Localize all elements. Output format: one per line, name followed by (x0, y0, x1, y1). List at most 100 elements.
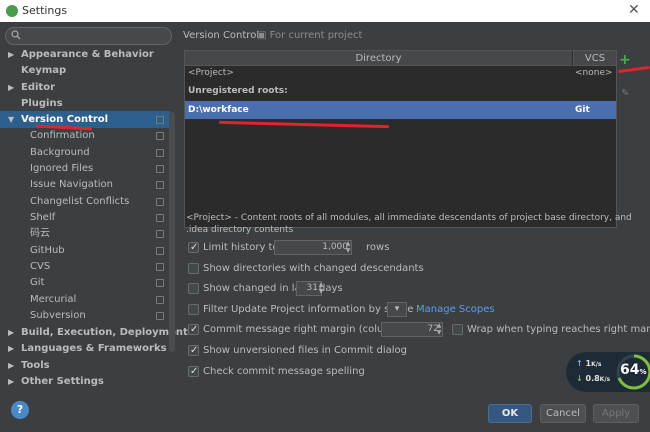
sidebar-item[interactable]: Changelist Conflicts (0, 194, 170, 210)
table-row-selected[interactable]: D:\workface Git (185, 101, 616, 119)
sidebar-item-label: Git (30, 277, 45, 288)
sidebar-item-label: 码云 (30, 228, 50, 239)
project-scope-icon (156, 181, 164, 189)
row-vcs: <none> (575, 68, 613, 78)
chevron-right-icon[interactable]: ▶ (8, 325, 14, 341)
sidebar-item[interactable]: ▶ Build, Execution, Deployment (0, 325, 188, 341)
upload-arrow-icon: ↑ (576, 359, 583, 368)
sidebar-item[interactable]: Issue Navigation (0, 177, 170, 193)
sidebar-item-label: CVS (30, 261, 51, 272)
chevron-right-icon[interactable]: ▶ (8, 80, 14, 96)
app-icon (6, 5, 18, 17)
version-control-panel: Version Control ▣ For current project Di… (177, 22, 650, 394)
column-header-vcs[interactable]: VCS (573, 51, 616, 66)
sidebar-item[interactable]: Confirmation (0, 128, 170, 144)
chevron-right-icon[interactable]: ▶ (8, 47, 14, 63)
chevron-down-icon[interactable]: ▼ (8, 112, 14, 128)
project-scope-icon (156, 263, 164, 271)
download-arrow-icon: ↓ (576, 374, 583, 383)
download-speed: ↓ 0.8K/s (576, 374, 610, 383)
sidebar-item-label: Editor (21, 82, 55, 93)
sidebar-item-label: Plugins (21, 98, 63, 109)
project-scope-icon (156, 312, 164, 320)
sidebar-item[interactable]: ▼ Version Control (0, 112, 170, 128)
title-bar: Settings ✕ (0, 0, 650, 22)
history-limit-input[interactable]: 1,000 (274, 240, 352, 255)
section-label: Unregistered roots: (188, 86, 288, 96)
sidebar-item-label: Issue Navigation (30, 179, 113, 190)
sidebar-item-label: Appearance & Behavior (21, 49, 154, 60)
check-spelling-checkbox[interactable] (188, 365, 199, 379)
wrap-typing-checkbox[interactable] (452, 324, 463, 335)
chevron-right-icon[interactable]: ▶ (8, 374, 14, 390)
project-scope-icon (156, 296, 164, 304)
days-suffix: days (319, 283, 343, 294)
commit-margin-input[interactable]: 72 (381, 322, 443, 337)
add-mapping-icon[interactable]: + (619, 52, 631, 68)
project-scope-icon (156, 214, 164, 222)
sidebar-item[interactable]: Keymap (0, 63, 170, 79)
show-dirs-checkbox[interactable] (188, 263, 199, 274)
sidebar-item[interactable]: GitHub (0, 243, 170, 259)
close-icon[interactable]: ✕ (628, 2, 640, 18)
chevron-right-icon[interactable]: ▶ (8, 358, 14, 374)
row-directory: D:\workface (188, 105, 249, 115)
table-row[interactable]: <Project> <none> (185, 66, 616, 81)
show-dirs-label: Show directories with changed descendant… (203, 263, 424, 274)
sidebar-item[interactable]: ▶ Tools (0, 358, 170, 374)
cancel-button[interactable]: Cancel (540, 404, 586, 423)
history-limit-spinner[interactable]: ▲ ▼ (344, 240, 352, 255)
sidebar-item-label: Languages & Frameworks (21, 343, 167, 354)
search-input[interactable] (5, 27, 172, 45)
check-spelling-label: Check commit message spelling (203, 366, 365, 377)
sidebar-item[interactable]: Subversion (0, 308, 170, 324)
project-scope-icon (156, 279, 164, 287)
apply-button[interactable]: Apply (593, 404, 639, 423)
project-scope-icon (156, 230, 164, 238)
sidebar-item-label: Mercurial (30, 294, 77, 305)
column-header-directory[interactable]: Directory (185, 51, 572, 66)
sidebar-item[interactable]: ▶ Languages & Frameworks (0, 341, 170, 357)
edit-mapping-icon[interactable]: ✎ (621, 88, 631, 99)
cpu-percent: 64% (620, 362, 647, 378)
sidebar-item[interactable]: CVS (0, 259, 170, 275)
ok-button[interactable]: OK (488, 404, 532, 423)
filter-update-checkbox[interactable] (188, 304, 199, 315)
unregistered-roots-header: Unregistered roots: (185, 84, 616, 99)
download-value: 0.8 (585, 374, 600, 383)
vcs-mappings-table[interactable]: Directory VCS <Project> <none> Unregiste… (184, 50, 617, 228)
chevron-down-icon: ▾ (394, 304, 400, 314)
sidebar-item[interactable]: 码云 (0, 226, 170, 242)
sidebar-item[interactable]: ▶ Appearance & Behavior (0, 47, 170, 63)
sidebar-item[interactable]: Mercurial (0, 292, 170, 308)
commit-margin-checkbox[interactable] (188, 323, 199, 337)
row-vcs: Git (575, 105, 590, 115)
sidebar-item[interactable]: ▶ Other Settings (0, 374, 170, 390)
show-unversioned-checkbox[interactable] (188, 344, 199, 358)
sidebar-item-label: Keymap (21, 65, 67, 76)
sidebar-item[interactable]: Ignored Files (0, 161, 170, 177)
settings-sidebar: ▶ Appearance & Behavior Keymap ▶ Editor Plugi… (0, 22, 188, 394)
sidebar-scrollbar[interactable] (169, 112, 175, 352)
sidebar-item[interactable]: Git (0, 275, 170, 291)
page-title: Version Control (183, 30, 260, 41)
cpu-percent-value: 64 (620, 362, 640, 378)
limit-history-checkbox[interactable] (188, 241, 199, 255)
manage-scopes-link[interactable]: Manage Scopes (416, 303, 495, 317)
help-button[interactable]: ? (11, 401, 29, 419)
filter-update-label: Filter Update Project information by sco… (203, 304, 414, 315)
sidebar-item[interactable]: Shelf (0, 210, 170, 226)
subtitle-text: For current project (269, 30, 363, 41)
chevron-right-icon[interactable]: ▶ (8, 341, 14, 357)
scope-dropdown[interactable]: ▾ (387, 302, 407, 317)
search-icon (11, 30, 21, 40)
window-title: Settings (22, 4, 68, 17)
commit-margin-spinner[interactable]: ▲ ▼ (435, 322, 443, 337)
sidebar-item[interactable]: ▶ Editor (0, 80, 170, 96)
sidebar-item[interactable]: Plugins (0, 96, 170, 112)
sidebar-item-label: Tools (21, 360, 50, 371)
project-description: <Project> - Content roots of all modules… (186, 213, 632, 235)
show-changed-checkbox[interactable] (188, 283, 199, 294)
sidebar-item[interactable]: Background (0, 145, 170, 161)
project-scope-icon (156, 116, 164, 124)
